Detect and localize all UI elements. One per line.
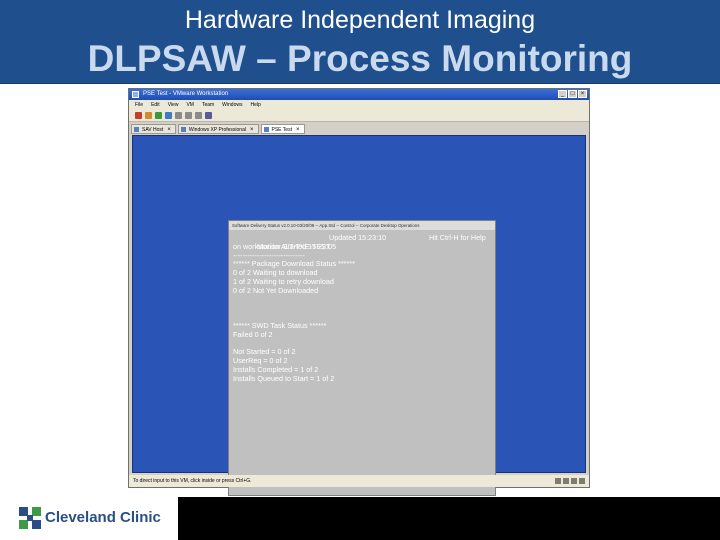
slide: Hardware Independent Imaging DLPSAW – Pr…	[0, 0, 720, 540]
title-banner: Hardware Independent Imaging DLPSAW – Pr…	[0, 0, 720, 84]
reset-icon[interactable]	[165, 112, 172, 119]
menu-file[interactable]: File	[135, 100, 143, 110]
cleveland-clinic-logo: Cleveland Clinic	[0, 497, 178, 540]
vm-icon	[263, 127, 269, 132]
menu-edit[interactable]: Edit	[151, 100, 160, 110]
maximize-button[interactable]: □	[568, 90, 577, 98]
pause-icon[interactable]	[145, 112, 152, 119]
vm-icon	[134, 127, 139, 132]
tab-label: Windows XP Professional	[188, 127, 246, 133]
vm-icon	[180, 127, 186, 132]
network-icon[interactable]	[571, 478, 577, 484]
status-text: To direct input to this VM, click inside…	[133, 478, 252, 484]
cleveland-clinic-logo-icon	[19, 507, 41, 529]
revert-icon[interactable]	[185, 112, 192, 119]
minimize-button[interactable]: _	[558, 90, 567, 98]
tab-pse-test[interactable]: PSE Test ×	[260, 124, 305, 134]
install-line: Installs Queued to Start = 1 of 2	[233, 373, 335, 383]
slide-title: DLPSAW – Process Monitoring	[87, 38, 633, 79]
swd-failed-line: Failed 0 of 2	[233, 329, 273, 339]
vmware-app-icon	[132, 91, 139, 98]
hard-disk-icon[interactable]	[555, 478, 561, 484]
tab-label: PSE Test	[271, 127, 292, 133]
window-controls: _ □ ×	[558, 90, 587, 98]
vmware-menubar: File Edit View VM Team Windows Help	[129, 100, 589, 110]
vm-screen[interactable]: Software Delivery Status v2.0.10-03/20/0…	[132, 135, 586, 496]
menu-help[interactable]: Help	[250, 100, 260, 110]
close-button[interactable]: ×	[578, 90, 587, 98]
logo-text: Cleveland Clinic	[45, 509, 161, 526]
usb-icon[interactable]	[579, 478, 585, 484]
manage-snapshots-icon[interactable]	[195, 112, 202, 119]
menu-team[interactable]: Team	[202, 100, 214, 110]
footer: Cleveland Clinic	[0, 497, 720, 540]
menu-view[interactable]: View	[168, 100, 179, 110]
console-title[interactable]: Software Delivery Status v2.0.10-03/20/0…	[229, 221, 495, 230]
stop-icon[interactable]	[135, 112, 142, 119]
vmware-toolbar	[129, 110, 589, 122]
slide-subtitle: Hardware Independent Imaging	[184, 6, 536, 34]
device-tray	[555, 478, 585, 484]
vmware-tab-bar: SAV Host × Windows XP Professional × PSE T…	[129, 123, 589, 134]
vmware-window: PSE Test - VMware Workstation _ □ × File…	[128, 88, 590, 496]
close-tab-icon[interactable]: ×	[167, 127, 171, 133]
tab-label: SAV Host	[142, 127, 164, 133]
close-tab-icon[interactable]: ×	[296, 127, 300, 133]
help-hint: Hit Ctrl-H for Help	[429, 233, 486, 242]
vmware-status-bar: To direct input to this VM, click inside…	[129, 475, 589, 487]
tab-sav-host[interactable]: SAV Host ×	[131, 124, 176, 134]
fullscreen-icon[interactable]	[205, 112, 212, 119]
updated-time: Updated 15:23:10	[329, 233, 387, 242]
cd-drive-icon[interactable]	[563, 478, 569, 484]
tab-windows-xp[interactable]: Windows XP Professional ×	[177, 124, 259, 134]
vmware-window-title: PSE Test - VMware Workstation	[143, 91, 229, 97]
menu-windows[interactable]: Windows	[222, 100, 242, 110]
vmware-titlebar[interactable]: PSE Test - VMware Workstation _ □ ×	[129, 89, 589, 100]
console-window: Software Delivery Status v2.0.10-03/20/0…	[228, 220, 496, 496]
menu-vm[interactable]: VM	[186, 100, 194, 110]
snapshot-icon[interactable]	[175, 112, 182, 119]
console-output: Monitor Started 15:22:05 Updated 15:23:1…	[233, 233, 491, 494]
package-line: 0 of 2 Not Yet Downloaded	[233, 285, 319, 295]
play-icon[interactable]	[155, 112, 162, 119]
close-tab-icon[interactable]: ×	[250, 127, 254, 133]
